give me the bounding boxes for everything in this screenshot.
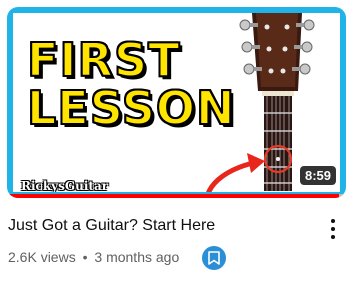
red-arrow-icon <box>206 153 265 192</box>
video-card[interactable]: FIRST LESSON RickysGuitar 8:59 Just Got … <box>0 0 353 281</box>
duration-badge: 8:59 <box>299 166 336 185</box>
more-vert-icon[interactable] <box>326 217 340 241</box>
thumbnail-image: FIRST LESSON RickysGuitar <box>13 13 340 192</box>
bookmark-glyph <box>208 251 220 265</box>
meta-separator: • <box>82 249 88 265</box>
upload-age: 3 months ago <box>94 249 180 265</box>
kebab-dot <box>331 219 335 223</box>
watch-progress-fill <box>7 194 340 198</box>
video-metadata: 2.6K views • 3 months ago <box>8 249 179 265</box>
video-thumbnail[interactable]: FIRST LESSON RickysGuitar 8:59 <box>7 7 346 198</box>
kebab-dot <box>331 235 335 239</box>
kebab-dot <box>331 227 335 231</box>
thumbnail-headline-line2: LESSON <box>26 81 236 135</box>
thumbnail-headline-line1: FIRST <box>26 33 181 87</box>
bookmark-icon[interactable] <box>202 246 226 270</box>
video-title[interactable]: Just Got a Guitar? Start Here <box>8 217 215 235</box>
channel-watermark: RickysGuitar <box>21 179 109 192</box>
view-count: 2.6K views <box>8 249 76 265</box>
watch-progress-bar <box>7 194 346 198</box>
